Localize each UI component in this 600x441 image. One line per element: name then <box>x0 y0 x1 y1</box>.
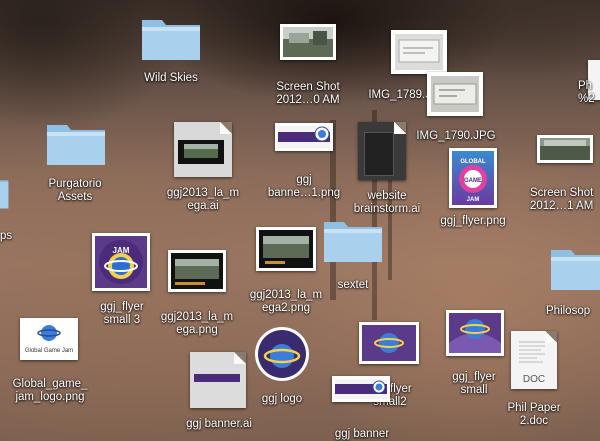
file-label: ggj2013_la_m ega.ai <box>150 187 256 213</box>
label-line-2: 2012…1 AM <box>530 200 594 212</box>
label-line-1: website <box>367 190 407 202</box>
flyer-text: GAME <box>464 178 482 184</box>
desktop: Wild Skies Screen Shot 2012…0 AM IMG_178… <box>0 0 600 441</box>
file-label: IMG_1790.JPG <box>416 130 496 142</box>
label-line-2: %2 <box>578 93 595 105</box>
label-line-1: ggj_flyer <box>100 301 144 313</box>
illustrator-document-icon <box>174 122 232 177</box>
flyer-thumbnail: GLOBAL GAME JAM <box>449 148 497 208</box>
flyer-text: JAM <box>467 197 480 203</box>
image-thumbnail <box>391 30 447 74</box>
file-label: ggj_flyer.png <box>440 215 506 227</box>
file-label: ggj banner <box>334 428 390 440</box>
globe-logo-icon <box>255 327 309 381</box>
logo-text: Global Game Jam <box>25 348 73 354</box>
file-label: Screen Shot 2012…0 AM <box>255 81 361 107</box>
image-thumbnail <box>256 227 316 271</box>
banner-thumbnail <box>275 123 333 151</box>
file-label: ggj_flyer small <box>424 371 524 397</box>
file-label: Purgatorio Assets <box>25 178 125 204</box>
label-line-1: ggj <box>296 174 312 186</box>
file-label: Screen Shot 2012…1 AM <box>520 187 600 213</box>
word-document-icon: DOC <box>511 331 557 389</box>
file-label: website brainstorm.ai <box>335 190 439 216</box>
screenshot-thumbnail <box>537 135 593 163</box>
label-line-2: ega.ai <box>187 200 219 212</box>
label-line-1: Screen Shot <box>276 81 340 93</box>
flyer-text: JAM <box>113 246 130 255</box>
label-line-2: small 3 <box>103 314 141 326</box>
label-line-1: ggj2013_la_m <box>160 311 234 323</box>
label-line-1: ggj2013_la_m <box>166 187 240 199</box>
label-line-2: 2.doc <box>519 415 549 427</box>
label-line-2: ega2.png <box>262 302 310 314</box>
folder-icon <box>324 222 382 262</box>
label-line-2: small <box>460 384 488 396</box>
label-line-1: Screen Shot <box>530 187 594 199</box>
illustrator-document-icon <box>358 122 406 180</box>
folder-icon <box>47 125 105 165</box>
file-label: sextet <box>337 279 369 291</box>
label-line-1: Purgatorio <box>48 178 102 190</box>
flyer-text: GLOBAL <box>460 159 486 165</box>
label-line-2: Assets <box>57 191 93 203</box>
file-label: ggj logo <box>261 393 303 405</box>
folder-icon <box>142 20 200 60</box>
screenshot-thumbnail <box>280 24 336 60</box>
flyer-thumbnail: JAM <box>92 233 150 291</box>
label-line-2: jam_logo.png <box>15 391 85 403</box>
label-line-1: Phil Paper <box>507 402 561 414</box>
file-label: ggj banner.ai <box>186 418 252 430</box>
banner-thumbnail <box>332 376 390 402</box>
folder-icon <box>0 180 9 209</box>
folder-icon <box>551 250 600 290</box>
doc-type-badge: DOC <box>522 374 546 385</box>
file-label: Wild Skies <box>144 72 198 84</box>
label-line-1: ggj_flyer <box>452 371 496 383</box>
file-label: Phil Paper 2.doc <box>484 402 584 428</box>
file-label: ggj2013_la_m ega2.png <box>233 289 339 315</box>
file-label: ps <box>0 230 13 242</box>
label-line-1: Ph <box>578 80 593 92</box>
flyer-thumbnail <box>446 310 504 356</box>
label-line-2: banne…1.png <box>267 187 341 199</box>
file-label: Ph %2 <box>578 80 600 106</box>
file-label: Global_game_ jam_logo.png <box>0 378 102 404</box>
label-line-1: Global_game_ <box>12 378 88 390</box>
label-line-2: 2012…0 AM <box>276 94 340 106</box>
image-thumbnail <box>427 72 483 116</box>
image-thumbnail <box>168 250 226 292</box>
label-line-2: ega.png <box>176 324 218 336</box>
flyer-thumbnail <box>359 322 419 364</box>
file-label: Philosop <box>546 305 591 317</box>
logo-thumbnail: Global Game Jam <box>20 318 78 360</box>
